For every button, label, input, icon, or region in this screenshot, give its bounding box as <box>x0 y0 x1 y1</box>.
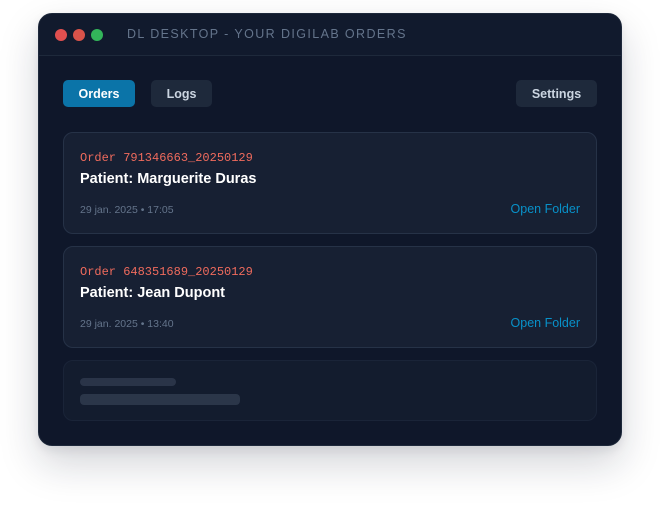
maximize-window-button[interactable] <box>91 29 103 41</box>
tab-logs[interactable]: Logs <box>151 80 212 107</box>
title-bar: DL DESKTOP - YOUR DIGILAB ORDERS <box>39 14 621 56</box>
order-card: Order 648351689_20250129 Patient: Jean D… <box>63 246 597 348</box>
minimize-window-button[interactable] <box>73 29 85 41</box>
settings-button[interactable]: Settings <box>516 80 597 107</box>
skeleton-line <box>80 378 176 386</box>
open-folder-link[interactable]: Open Folder <box>511 202 580 216</box>
tab-orders[interactable]: Orders <box>63 80 135 107</box>
app-window: DL DESKTOP - YOUR DIGILAB ORDERS Orders … <box>38 13 622 446</box>
order-id: Order 791346663_20250129 <box>80 151 253 165</box>
order-card: Order 791346663_20250129 Patient: Margue… <box>63 132 597 234</box>
loading-skeleton-card <box>63 360 597 421</box>
open-folder-link[interactable]: Open Folder <box>511 316 580 330</box>
order-id: Order 648351689_20250129 <box>80 265 253 279</box>
window-title: DL DESKTOP - YOUR DIGILAB ORDERS <box>127 27 407 41</box>
skeleton-line <box>80 394 240 405</box>
close-window-button[interactable] <box>55 29 67 41</box>
patient-name: Patient: Marguerite Duras <box>80 171 257 187</box>
patient-name: Patient: Jean Dupont <box>80 285 226 301</box>
order-datetime: 29 jan. 2025 • 17:05 <box>80 204 174 216</box>
order-datetime: 29 jan. 2025 • 13:40 <box>80 318 174 330</box>
